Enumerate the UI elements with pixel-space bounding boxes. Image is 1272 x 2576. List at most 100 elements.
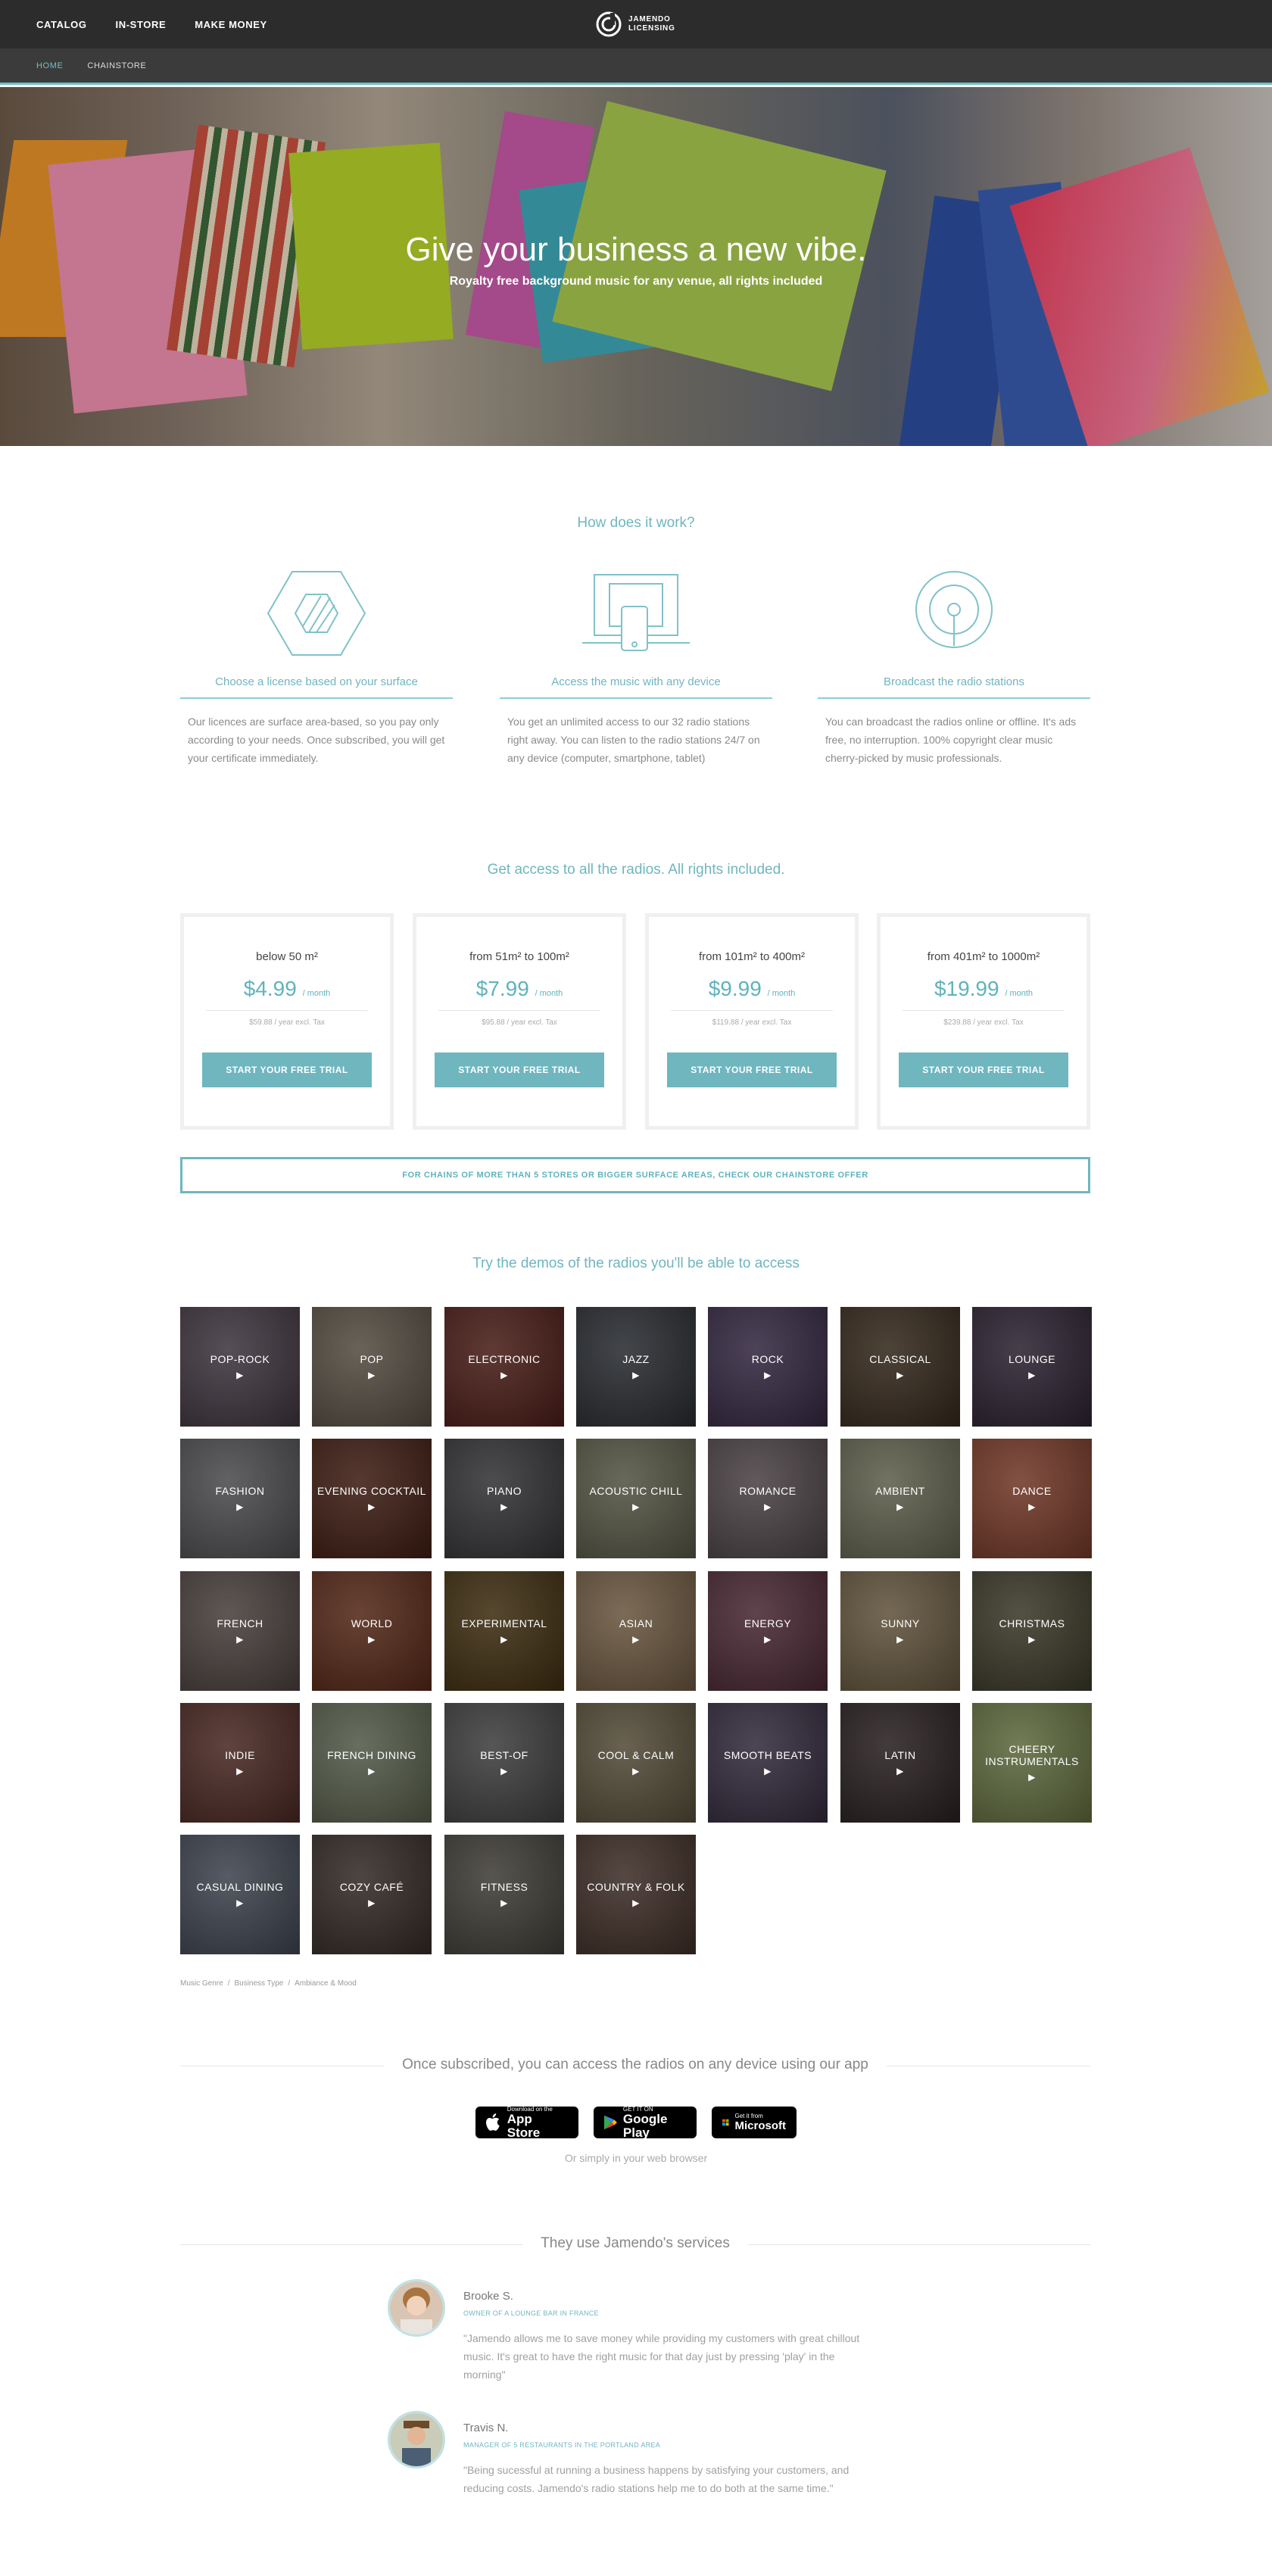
testimonial-name: Travis N. [463,2422,509,2434]
play-icon[interactable]: ▶ [632,1634,640,1645]
radio-tile[interactable]: CLASSICAL ▶ [840,1307,960,1427]
play-icon[interactable]: ▶ [764,1370,772,1380]
radio-tile[interactable]: PIANO ▶ [444,1439,564,1558]
play-icon[interactable]: ▶ [896,1634,904,1645]
store-name: Microsoft [734,2119,787,2132]
play-icon[interactable]: ▶ [500,1898,508,1908]
google-play-button[interactable]: GET IT ON Google Play [594,2106,697,2139]
play-icon[interactable]: ▶ [368,1502,376,1512]
play-icon[interactable]: ▶ [1028,1502,1036,1512]
breadcrumb-business-type[interactable]: Business Type [234,1979,283,1988]
radio-name: BEST-OF [480,1749,528,1761]
radio-tile[interactable]: AMBIENT ▶ [840,1439,960,1558]
radio-tile[interactable]: WORLD ▶ [312,1571,432,1691]
radio-tile[interactable]: CASUAL DINING ▶ [180,1835,300,1954]
radio-tile[interactable]: COZY CAFÉ ▶ [312,1835,432,1954]
play-icon[interactable]: ▶ [1028,1634,1036,1645]
play-icon[interactable]: ▶ [368,1898,376,1908]
price-card-4: from 401m² to 1000m² $19.99 / month $239… [877,913,1090,1130]
radio-tile-label: ACOUSTIC CHILL ▶ [576,1439,696,1558]
radio-tile[interactable]: ASIAN ▶ [576,1571,696,1691]
radio-tile[interactable]: FRENCH ▶ [180,1571,300,1691]
subnav-chainstore[interactable]: CHAINSTORE [87,61,146,70]
radio-tile[interactable]: ELECTRONIC ▶ [444,1307,564,1427]
radio-name: CLASSICAL [869,1353,931,1365]
radio-tile-label: INDIE ▶ [180,1703,300,1823]
testimonial-quote: "Jamendo allows me to save money while p… [463,2332,860,2381]
radio-tile[interactable]: FRENCH DINING ▶ [312,1703,432,1823]
nav-make-money[interactable]: MAKE MONEY [195,19,267,30]
radio-tile[interactable]: POP ▶ [312,1307,432,1427]
breadcrumb-music-genre[interactable]: Music Genre [180,1979,223,1988]
radio-tile[interactable]: EXPERIMENTAL ▶ [444,1571,564,1691]
radio-name: SMOOTH BEATS [723,1749,812,1761]
play-icon[interactable]: ▶ [1028,1772,1036,1782]
radio-tile-label: DANCE ▶ [972,1439,1092,1558]
play-icon[interactable]: ▶ [896,1502,904,1512]
radio-tile[interactable]: BEST-OF ▶ [444,1703,564,1823]
radio-tile[interactable]: DANCE ▶ [972,1439,1092,1558]
play-icon[interactable]: ▶ [500,1502,508,1512]
play-icon[interactable]: ▶ [632,1502,640,1512]
subnav-home[interactable]: HOME [36,61,63,70]
microsoft-store-button[interactable]: Get it from Microsoft [712,2107,797,2138]
play-icon[interactable]: ▶ [368,1766,376,1776]
web-browser-link[interactable]: Or simply in your web browser [0,2152,1272,2164]
radio-tile[interactable]: EVENING COCKTAIL ▶ [312,1439,432,1558]
radio-tile[interactable]: COUNTRY & FOLK ▶ [576,1835,696,1954]
radio-tile[interactable]: LATIN ▶ [840,1703,960,1823]
play-icon[interactable]: ▶ [764,1634,772,1645]
play-icon[interactable]: ▶ [236,1634,244,1645]
play-icon[interactable]: ▶ [236,1898,244,1908]
radio-tile[interactable]: ROCK ▶ [708,1307,828,1427]
radio-tile[interactable]: SMOOTH BEATS ▶ [708,1703,828,1823]
app-store-button[interactable]: Download on the App Store [475,2106,578,2139]
play-icon[interactable]: ▶ [500,1634,508,1645]
radio-tile[interactable]: ROMANCE ▶ [708,1439,828,1558]
price-card-3: from 101m² to 400m² $9.99 / month $119.8… [645,913,859,1130]
radio-tile[interactable]: COOL & CALM ▶ [576,1703,696,1823]
radio-name: COOL & CALM [597,1749,675,1761]
play-icon[interactable]: ▶ [500,1370,508,1380]
start-free-trial-button[interactable]: START YOUR FREE TRIAL [202,1053,372,1087]
jamendo-logo[interactable]: JAMENDO LICENSING [595,9,675,39]
radio-tile[interactable]: CHRISTMAS ▶ [972,1571,1092,1691]
radio-tile[interactable]: LOUNGE ▶ [972,1307,1092,1427]
play-icon[interactable]: ▶ [764,1502,772,1512]
radio-tile[interactable]: ENERGY ▶ [708,1571,828,1691]
play-icon[interactable]: ▶ [236,1766,244,1776]
nav-catalog[interactable]: CATALOG [36,19,87,30]
start-free-trial-button[interactable]: START YOUR FREE TRIAL [899,1053,1068,1087]
nav-in-store[interactable]: IN-STORE [116,19,167,30]
play-icon[interactable]: ▶ [764,1766,772,1776]
play-icon[interactable]: ▶ [368,1370,376,1380]
play-icon[interactable]: ▶ [236,1370,244,1380]
radio-tile[interactable]: CHEERY INSTRUMENTALS ▶ [972,1703,1092,1823]
play-icon[interactable]: ▶ [500,1766,508,1776]
play-icon[interactable]: ▶ [236,1502,244,1512]
radio-tile[interactable]: JAZZ ▶ [576,1307,696,1427]
avatar [388,2411,445,2468]
play-icon[interactable]: ▶ [896,1766,904,1776]
start-free-trial-button[interactable]: START YOUR FREE TRIAL [435,1053,604,1087]
radio-tile[interactable]: ACOUSTIC CHILL ▶ [576,1439,696,1558]
radio-name: POP-ROCK [210,1353,270,1365]
price-value: $19.99 / month [881,977,1086,1001]
chainstore-offer-button[interactable]: FOR CHAINS OF MORE THAN 5 STORES OR BIGG… [180,1157,1090,1193]
play-icon[interactable]: ▶ [632,1766,640,1776]
radio-tile[interactable]: SUNNY ▶ [840,1571,960,1691]
play-icon[interactable]: ▶ [632,1898,640,1908]
start-free-trial-button[interactable]: START YOUR FREE TRIAL [667,1053,837,1087]
radio-tile[interactable]: INDIE ▶ [180,1703,300,1823]
radio-tile[interactable]: FITNESS ▶ [444,1835,564,1954]
play-icon[interactable]: ▶ [896,1370,904,1380]
radio-tile[interactable]: POP-ROCK ▶ [180,1307,300,1427]
radio-name: INDIE [225,1749,255,1761]
radio-name: WORLD [351,1617,393,1629]
price-amount: $19.99 [934,977,999,1000]
play-icon[interactable]: ▶ [1028,1370,1036,1380]
play-icon[interactable]: ▶ [368,1634,376,1645]
radio-tile[interactable]: FASHION ▶ [180,1439,300,1558]
play-icon[interactable]: ▶ [632,1370,640,1380]
breadcrumb-ambiance-mood[interactable]: Ambiance & Mood [295,1979,357,1988]
